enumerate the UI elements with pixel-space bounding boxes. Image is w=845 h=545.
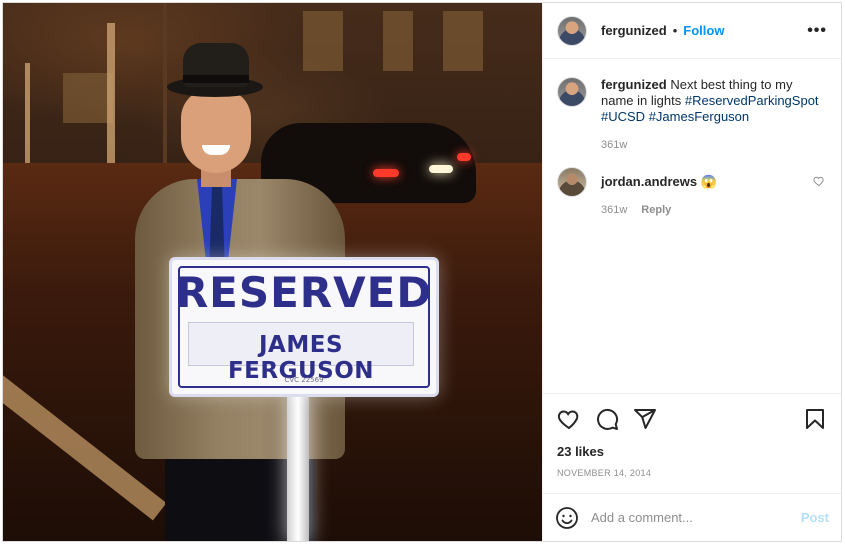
heart-icon[interactable] xyxy=(557,407,581,431)
person-face xyxy=(181,89,251,173)
comment-input[interactable] xyxy=(591,510,801,525)
comment-author[interactable]: jordan.andrews xyxy=(601,174,697,189)
reserved-sign: RESERVED JAMES FERGUSON CVC 22569 xyxy=(169,257,439,397)
comment-like-heart-icon[interactable] xyxy=(813,175,825,187)
smiley-icon[interactable] xyxy=(555,506,579,530)
comment-body: jordan.andrews 😱 361w Reply xyxy=(601,167,823,216)
paper-plane-icon[interactable] xyxy=(633,407,657,431)
follow-button[interactable]: Follow xyxy=(683,23,724,38)
caption-time[interactable]: 361w xyxy=(601,139,627,151)
sign-reserved-text: RESERVED xyxy=(175,268,433,317)
post-photo[interactable]: RESERVED JAMES FERGUSON CVC 22569 xyxy=(3,3,542,541)
sign-pole xyxy=(287,393,309,541)
comment-meta: 361w Reply xyxy=(601,204,823,216)
car-head-light xyxy=(429,165,453,173)
more-options-icon[interactable]: ••• xyxy=(807,22,827,40)
commenter-avatar[interactable] xyxy=(557,167,587,197)
person-hat-band xyxy=(183,75,249,83)
likes-count[interactable]: 23 likes xyxy=(557,444,827,459)
author-avatar[interactable] xyxy=(557,15,587,46)
post-comment-button[interactable]: Post xyxy=(801,510,829,525)
photo-window xyxy=(63,73,113,123)
reply-button[interactable]: Reply xyxy=(641,204,671,216)
caption-text: fergunized Next best thing to my name in… xyxy=(601,77,823,125)
add-comment-bar: Post xyxy=(543,493,841,541)
comment-item: jordan.andrews 😱 361w Reply xyxy=(557,167,827,216)
comment-text: jordan.andrews 😱 xyxy=(601,167,823,190)
comment-bubble-icon[interactable] xyxy=(595,407,619,431)
sign-code-text: CVC 22569 xyxy=(284,376,324,384)
post-modal: RESERVED JAMES FERGUSON CVC 22569 fergun… xyxy=(2,2,842,542)
bookmark-icon[interactable] xyxy=(803,407,827,431)
post-actions: 23 likes NOVEMBER 14, 2014 xyxy=(543,393,841,493)
sign-name-plate: JAMES FERGUSON xyxy=(188,322,414,384)
photo-window xyxy=(443,11,483,71)
comment-content: 😱 xyxy=(700,174,717,189)
caption-author-avatar[interactable] xyxy=(557,77,587,107)
header-separator: • xyxy=(672,23,678,38)
post-date[interactable]: NOVEMBER 14, 2014 xyxy=(557,468,827,478)
photo-window xyxy=(383,11,413,71)
action-bar xyxy=(557,406,827,432)
author-username[interactable]: fergunized xyxy=(601,23,667,38)
caption-author[interactable]: fergunized xyxy=(601,77,667,92)
car-tail-light xyxy=(457,153,471,161)
post-side-panel: fergunized • Follow ••• fergunized Next … xyxy=(542,3,841,541)
hashtag-link[interactable]: #UCSD xyxy=(601,109,645,124)
caption-body: fergunized Next best thing to my name in… xyxy=(601,77,823,151)
caption: fergunized Next best thing to my name in… xyxy=(557,77,827,151)
hashtag-link[interactable]: #ReservedParkingSpot xyxy=(685,93,819,108)
photo-tree xyxy=(107,23,115,163)
comment-time[interactable]: 361w xyxy=(601,204,627,216)
hashtag-link[interactable]: #JamesFerguson xyxy=(649,109,749,124)
car-tail-light xyxy=(373,169,399,177)
caption-meta: 361w xyxy=(601,139,823,151)
comments-section: fergunized Next best thing to my name in… xyxy=(543,59,841,393)
post-header: fergunized • Follow ••• xyxy=(543,3,841,59)
photo-tree xyxy=(25,63,30,163)
